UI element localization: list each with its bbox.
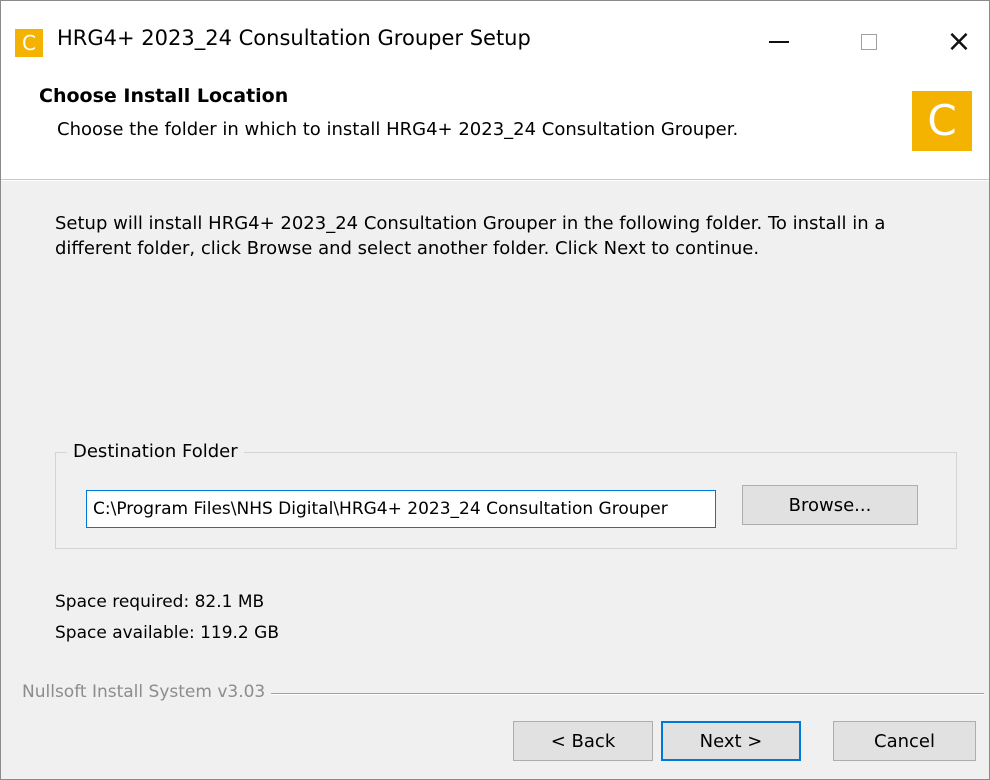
title-bar[interactable]: C HRG4+ 2023_24 Consultation Grouper Set…	[1, 1, 989, 71]
cancel-button[interactable]: Cancel	[833, 721, 976, 761]
close-button[interactable]: ×	[929, 19, 989, 65]
page-subtitle: Choose the folder in which to install HR…	[57, 119, 739, 140]
nsis-branding: Nullsoft Install System v3.03	[22, 682, 272, 702]
page-title: Choose Install Location	[39, 85, 289, 107]
destination-path-input[interactable]	[86, 490, 716, 528]
maximize-icon	[861, 34, 877, 50]
installer-logo: C	[912, 91, 972, 151]
back-button[interactable]: < Back	[513, 721, 653, 761]
installer-window: C HRG4+ 2023_24 Consultation Grouper Set…	[0, 0, 990, 780]
maximize-button[interactable]	[839, 19, 899, 65]
browse-button[interactable]: Browse...	[742, 485, 918, 525]
header-divider-highlight	[1, 180, 989, 181]
minimize-icon	[769, 41, 789, 43]
page-header: Choose Install Location Choose the folde…	[1, 71, 989, 179]
app-icon: C	[15, 29, 43, 57]
intro-text: Setup will install HRG4+ 2023_24 Consult…	[55, 213, 886, 259]
minimize-button[interactable]	[749, 19, 809, 65]
next-button[interactable]: Next >	[661, 721, 801, 761]
close-icon: ×	[946, 24, 972, 59]
destination-folder-label: Destination Folder	[67, 441, 244, 462]
space-required: Space required: 82.1 MB	[55, 592, 265, 612]
window-title: HRG4+ 2023_24 Consultation Grouper Setup	[57, 26, 531, 50]
space-available: Space available: 119.2 GB	[55, 623, 279, 643]
